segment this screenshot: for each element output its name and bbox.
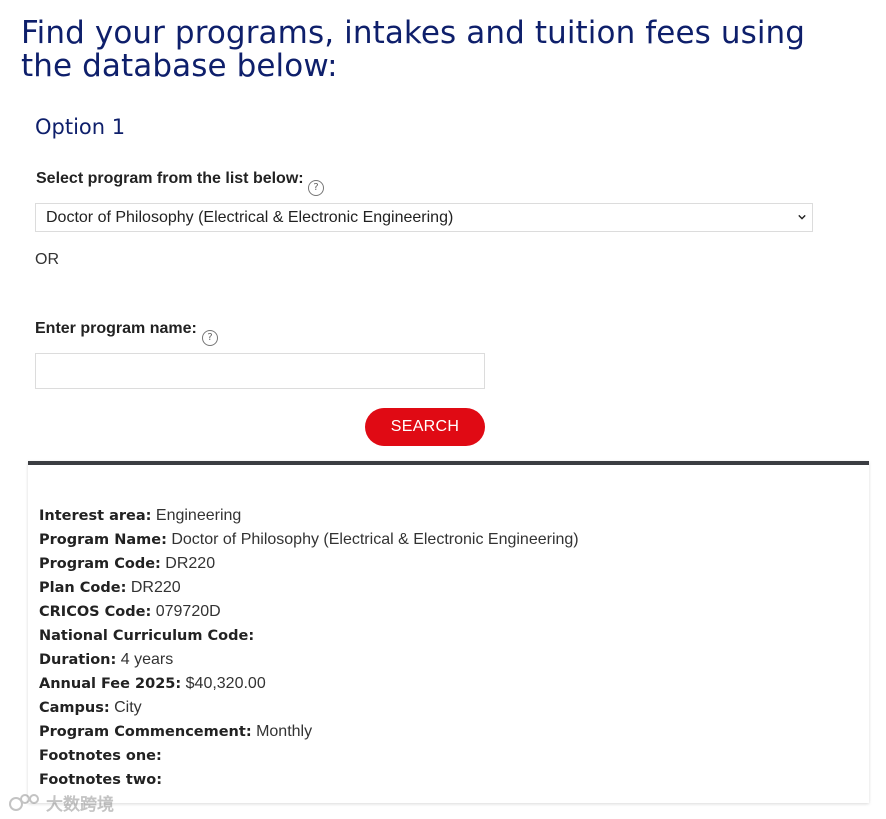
watermark-text: 大数跨境 bbox=[46, 794, 114, 815]
select-program-label: Select program from the list below: bbox=[36, 170, 304, 187]
detail-value: $40,320.00 bbox=[185, 675, 266, 692]
program-details-list: Interest area: Engineering Program Name:… bbox=[39, 504, 579, 792]
detail-key: Footnotes one: bbox=[39, 748, 162, 764]
detail-row-cricos-code: CRICOS Code: 079720D bbox=[39, 600, 579, 624]
program-name-input[interactable] bbox=[35, 353, 485, 389]
detail-key: Program Code: bbox=[39, 556, 161, 572]
detail-row-footnotes-one: Footnotes one: bbox=[39, 744, 579, 768]
program-name-label: Enter program name: bbox=[35, 320, 197, 337]
detail-value: Engineering bbox=[155, 507, 242, 524]
detail-value: Doctor of Philosophy (Electrical & Elect… bbox=[171, 531, 579, 548]
question-circle-icon[interactable]: ? bbox=[202, 330, 218, 346]
detail-row-footnotes-two: Footnotes two: bbox=[39, 768, 579, 792]
watermark: 大数跨境 bbox=[8, 791, 114, 815]
option-title: Option 1 bbox=[35, 115, 126, 139]
question-circle-icon[interactable]: ? bbox=[308, 180, 324, 196]
detail-row-plan-code: Plan Code: DR220 bbox=[39, 576, 579, 600]
detail-value: DR220 bbox=[165, 555, 216, 572]
or-divider-text: OR bbox=[35, 251, 59, 268]
detail-key: Plan Code: bbox=[39, 580, 127, 596]
chevron-down-icon bbox=[798, 214, 806, 220]
detail-row-duration: Duration: 4 years bbox=[39, 648, 579, 672]
detail-value: City bbox=[114, 699, 142, 716]
detail-key: Duration: bbox=[39, 652, 117, 668]
detail-row-program-name: Program Name: Doctor of Philosophy (Elec… bbox=[39, 528, 579, 552]
search-button[interactable]: SEARCH bbox=[365, 408, 485, 446]
detail-row-program-code: Program Code: DR220 bbox=[39, 552, 579, 576]
detail-row-interest-area: Interest area: Engineering bbox=[39, 504, 579, 528]
detail-value: 079720D bbox=[155, 603, 221, 620]
program-select[interactable]: Doctor of Philosophy (Electrical & Elect… bbox=[35, 203, 813, 232]
page-title: Find your programs, intakes and tuition … bbox=[21, 15, 806, 84]
detail-value: Monthly bbox=[256, 723, 313, 740]
detail-row-national-curriculum-code: National Curriculum Code: bbox=[39, 624, 579, 648]
detail-row-annual-fee: Annual Fee 2025: $40,320.00 bbox=[39, 672, 579, 696]
detail-value: DR220 bbox=[130, 579, 181, 596]
watermark-logo-icon bbox=[9, 794, 39, 811]
detail-key: Annual Fee 2025: bbox=[39, 676, 182, 692]
detail-key: Program Name: bbox=[39, 532, 167, 548]
program-select-value: Doctor of Philosophy (Electrical & Elect… bbox=[46, 209, 454, 226]
detail-row-program-commencement: Program Commencement: Monthly bbox=[39, 720, 579, 744]
detail-key: Program Commencement: bbox=[39, 724, 252, 740]
detail-key: Footnotes two: bbox=[39, 772, 162, 788]
detail-key: CRICOS Code: bbox=[39, 604, 152, 620]
detail-key: Interest area: bbox=[39, 508, 152, 524]
detail-key: Campus: bbox=[39, 700, 110, 716]
detail-row-campus: Campus: City bbox=[39, 696, 579, 720]
detail-key: National Curriculum Code: bbox=[39, 628, 255, 644]
results-panel: Interest area: Engineering Program Name:… bbox=[28, 461, 869, 803]
detail-value: 4 years bbox=[120, 651, 174, 668]
